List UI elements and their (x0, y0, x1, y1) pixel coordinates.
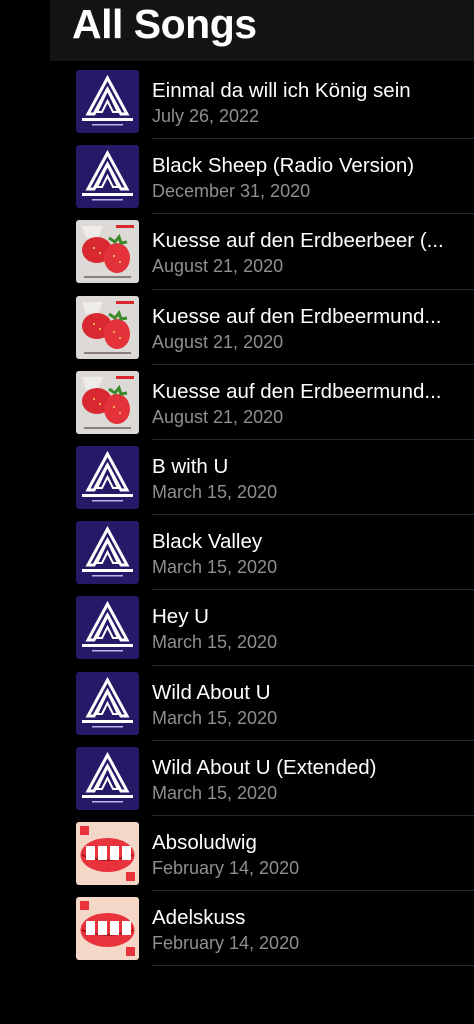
song-title: Kuesse auf den Erdbeerbeer (... (152, 229, 444, 253)
song-row[interactable]: Hey U March 15, 2020 (76, 590, 474, 666)
song-date: February 14, 2020 (152, 857, 300, 878)
song-title: Absoludwig (152, 830, 257, 854)
song-title: Kuesse auf den Erdbeermund... (152, 304, 442, 328)
song-row[interactable]: Einmal da will ich König sein July 26, 20… (76, 64, 474, 140)
absoludwig-logo-icon (76, 671, 139, 735)
strawberry-cover-icon (76, 370, 139, 434)
absoludwig-logo-icon (76, 145, 139, 209)
song-row[interactable]: Kuesse auf den Erdbeerbeer (... August 21… (76, 214, 474, 290)
song-text: Black Sheep (Radio Version) December 31, … (152, 153, 468, 203)
absoludwig-logo-icon (76, 445, 139, 509)
absoludwig-logo-icon (76, 70, 139, 133)
page-title: All Songs (72, 1, 257, 47)
song-title: Einmal da will ich König sein (152, 79, 411, 102)
song-title: Hey U (152, 605, 209, 629)
lips-cover-icon (76, 821, 139, 885)
song-text: Black Valley March 15, 2020 (152, 529, 468, 579)
song-row[interactable]: Black Valley March 15, 2020 (76, 515, 474, 591)
song-text: Kuesse auf den Erdbeermund... August 21, … (152, 304, 468, 354)
song-text: Kuesse auf den Erdbeermund... August 21, … (152, 379, 468, 429)
absoludwig-logo-icon (76, 746, 139, 810)
song-text: Absoludwig February 14, 2020 (152, 830, 468, 880)
song-text: Hey U March 15, 2020 (152, 604, 468, 654)
song-row[interactable]: Kuesse auf den Erdbeermund... August 21, … (76, 365, 474, 440)
song-title: Black Sheep (Radio Version) (152, 154, 415, 178)
song-row[interactable]: Kuesse auf den Erdbeermund... August 21, … (76, 290, 474, 365)
song-text: Wild About U March 15, 2020 (152, 680, 468, 730)
song-row[interactable]: Wild About U (Extended) March 15, 2020 (76, 741, 474, 816)
song-title: Wild About U (Extended) (152, 755, 377, 779)
row-divider (152, 965, 474, 967)
song-title: Wild About U (152, 680, 271, 704)
song-text: Einmal da will ich König sein July 26, 20… (152, 78, 468, 128)
song-text: Wild About U (Extended) March 15, 2020 (152, 755, 468, 805)
song-row[interactable]: Wild About U March 15, 2020 (76, 666, 474, 741)
song-date: March 15, 2020 (152, 557, 278, 578)
song-date: December 31, 2020 (152, 181, 311, 202)
song-row[interactable]: Adelskuss February 14, 2020 (76, 891, 474, 967)
song-date: August 21, 2020 (152, 406, 284, 427)
song-title: Black Valley (152, 530, 263, 554)
song-row[interactable]: B with U March 15, 2020 (76, 440, 474, 516)
absoludwig-logo-icon (76, 596, 139, 660)
song-date: March 15, 2020 (152, 481, 278, 502)
song-title: Adelskuss (152, 906, 246, 930)
song-row[interactable]: Absoludwig February 14, 2020 (76, 816, 474, 892)
strawberry-cover-icon (76, 295, 139, 359)
song-title: B with U (152, 454, 229, 478)
song-date: March 15, 2020 (152, 707, 278, 728)
absoludwig-logo-icon (76, 521, 139, 585)
left-margin (0, 0, 50, 1024)
song-text: Adelskuss February 14, 2020 (152, 905, 468, 955)
song-date: February 14, 2020 (152, 933, 300, 954)
song-date: July 26, 2022 (152, 106, 260, 126)
lips-cover-icon (76, 897, 139, 961)
song-title: Kuesse auf den Erdbeermund... (152, 379, 442, 403)
song-date: August 21, 2020 (152, 256, 284, 277)
song-date: March 15, 2020 (152, 782, 278, 803)
song-list: Einmal da will ich König sein July 26, 20… (76, 64, 474, 967)
song-text: B with U March 15, 2020 (152, 454, 468, 504)
song-row[interactable]: Black Sheep (Radio Version) December 31, … (76, 139, 474, 215)
strawberry-cover-icon (76, 220, 139, 284)
song-date: March 15, 2020 (152, 632, 278, 653)
song-date: August 21, 2020 (152, 331, 284, 352)
song-text: Kuesse auf den Erdbeerbeer (... August 21… (152, 228, 468, 278)
